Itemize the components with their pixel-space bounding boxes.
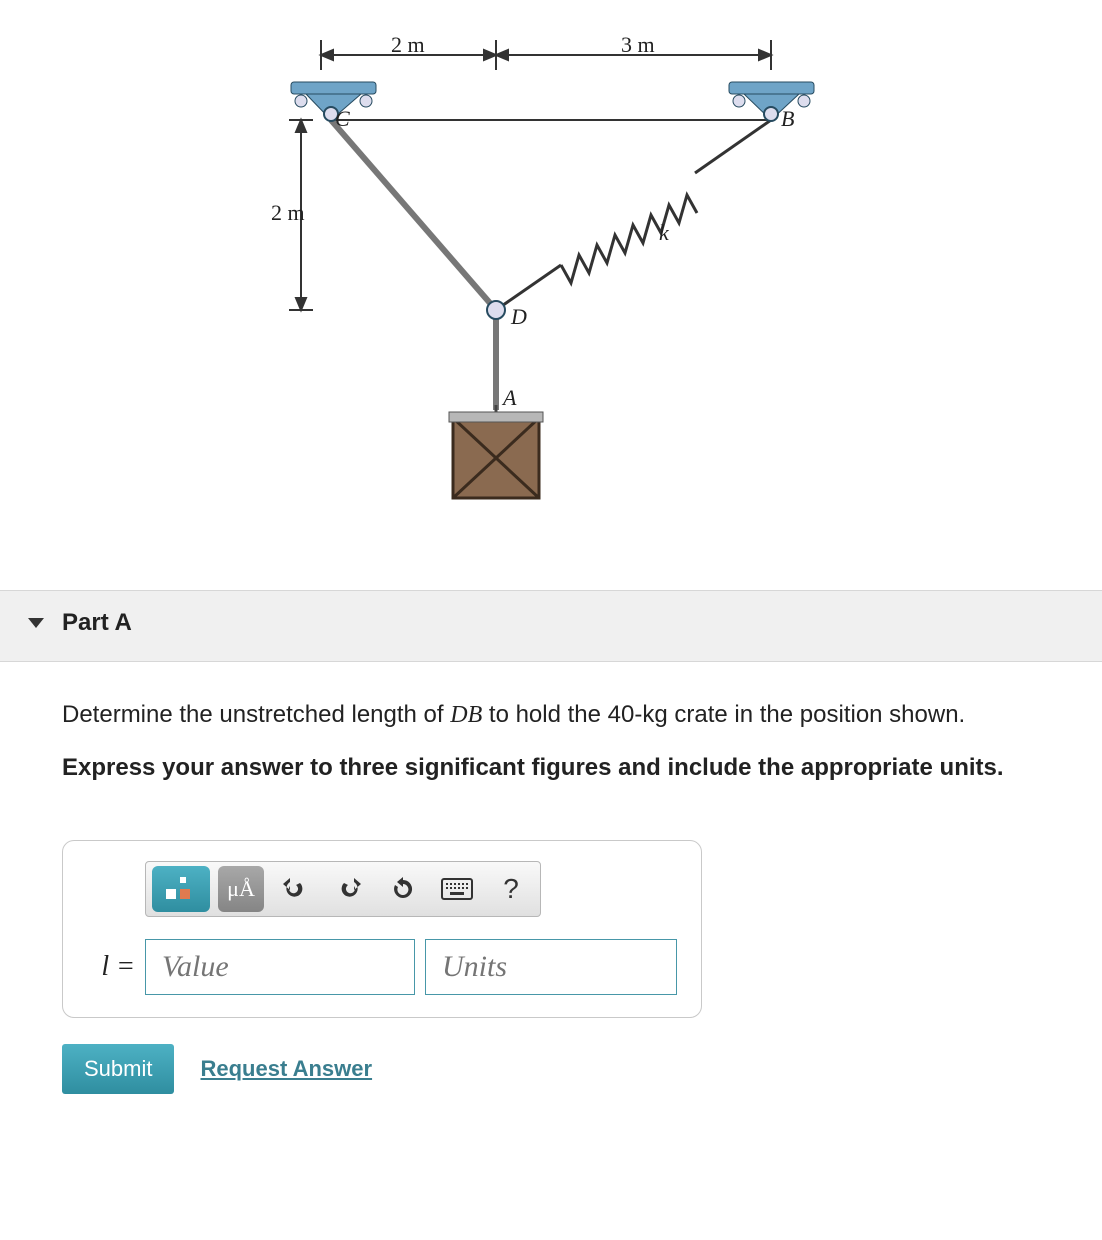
request-answer-link[interactable]: Request Answer bbox=[200, 1056, 372, 1082]
units-input[interactable] bbox=[425, 939, 677, 995]
symbols-button[interactable]: μÅ bbox=[218, 866, 264, 912]
q-sym: DB bbox=[450, 702, 482, 728]
undo-button[interactable] bbox=[272, 866, 318, 912]
dim-vert: 2 m bbox=[271, 200, 305, 226]
input-row: l = bbox=[85, 939, 679, 995]
value-input[interactable] bbox=[145, 939, 415, 995]
part-title: Part A bbox=[62, 609, 132, 637]
q-post: crate in the position shown. bbox=[668, 701, 966, 728]
submit-button[interactable]: Submit bbox=[62, 1044, 174, 1094]
figure: 2 m 3 m 2 m C B D A k bbox=[271, 10, 831, 510]
label-a: A bbox=[503, 385, 516, 411]
question-body: Determine the unstretched length of DB t… bbox=[0, 662, 1102, 820]
templates-button[interactable] bbox=[152, 866, 210, 912]
answer-lhs: l = bbox=[85, 951, 135, 983]
reset-button[interactable] bbox=[380, 866, 426, 912]
instruction-text: Express your answer to three significant… bbox=[62, 745, 1092, 791]
part-header[interactable]: Part A bbox=[0, 590, 1102, 662]
help-button[interactable]: ? bbox=[488, 866, 534, 912]
q-unit: kg bbox=[642, 701, 667, 728]
keyboard-button[interactable] bbox=[434, 866, 480, 912]
q-pre: Determine the unstretched length of bbox=[62, 701, 450, 728]
label-b: B bbox=[781, 106, 794, 132]
label-d: D bbox=[511, 304, 527, 330]
question-text: Determine the unstretched length of DB t… bbox=[62, 692, 1092, 739]
figure-area: 2 m 3 m 2 m C B D A k bbox=[0, 0, 1102, 590]
figure-svg bbox=[271, 10, 831, 510]
answer-box: μÅ ? l = bbox=[62, 840, 702, 1018]
redo-button[interactable] bbox=[326, 866, 372, 912]
q-mid: to hold the 40- bbox=[482, 701, 642, 728]
label-c: C bbox=[335, 106, 350, 132]
label-k: k bbox=[659, 220, 669, 246]
dim-top-left: 2 m bbox=[391, 32, 425, 58]
submit-row: Submit Request Answer bbox=[62, 1044, 1102, 1094]
equation-toolbar: μÅ ? bbox=[145, 861, 541, 917]
dim-top-right: 3 m bbox=[621, 32, 655, 58]
collapse-caret-icon bbox=[28, 618, 44, 628]
